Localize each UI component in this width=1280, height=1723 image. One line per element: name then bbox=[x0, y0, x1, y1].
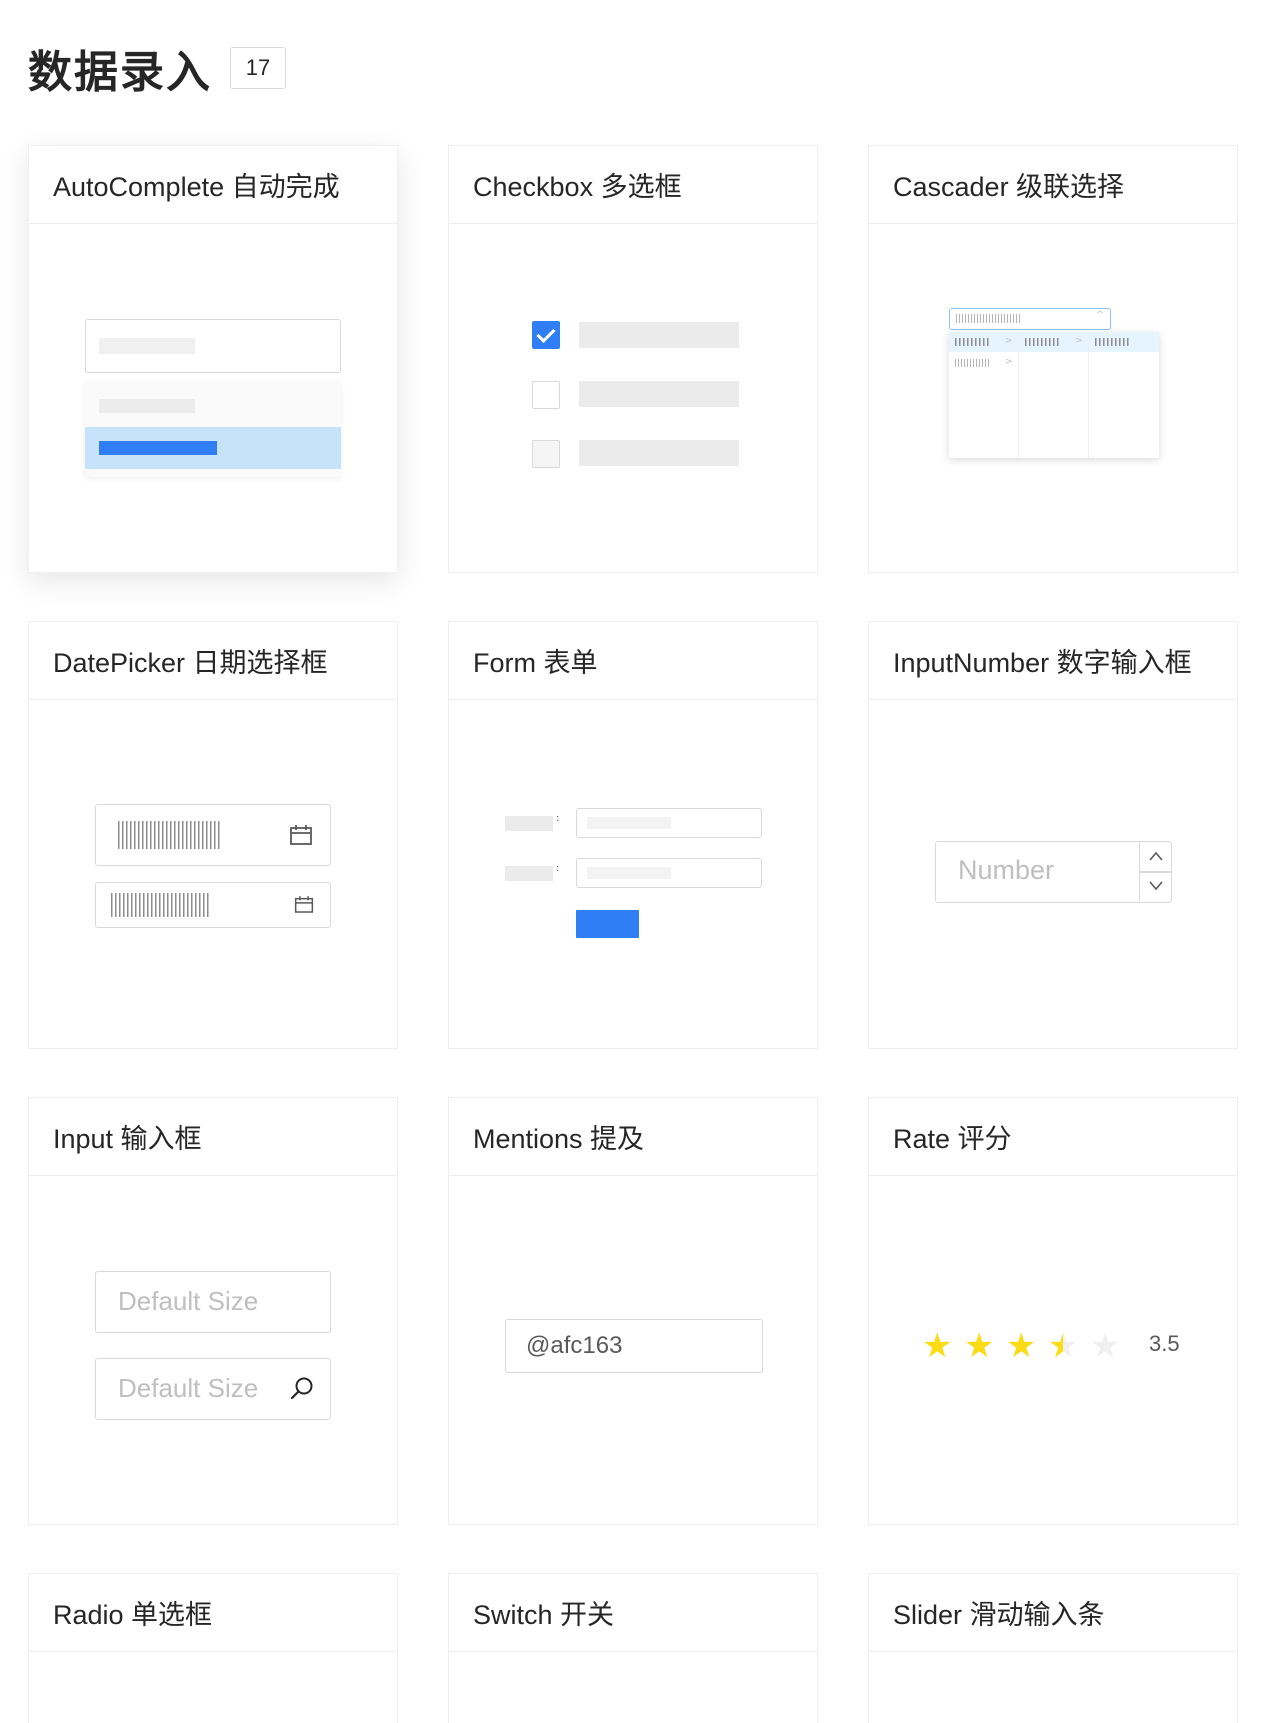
rate-value: 3.5 bbox=[1149, 1331, 1180, 1356]
star-empty-icon[interactable]: ★ bbox=[1090, 1329, 1120, 1363]
mentions-value: @afc163 bbox=[526, 1332, 623, 1359]
card-inputnumber[interactable]: InputNumber 数字输入框 Number bbox=[868, 621, 1238, 1049]
card-preview bbox=[29, 700, 397, 1048]
date-input-small[interactable] bbox=[95, 882, 331, 928]
cascader-option[interactable] bbox=[955, 338, 991, 346]
checkbox-unchecked[interactable] bbox=[532, 381, 560, 409]
checkbox-label-bar bbox=[579, 322, 739, 348]
card-preview: Default Size Default Size bbox=[29, 1176, 397, 1524]
cascader-option[interactable] bbox=[1095, 338, 1131, 346]
card-title: Slider 滑动输入条 bbox=[869, 1574, 1237, 1652]
autocomplete-input[interactable] bbox=[85, 319, 341, 373]
date-value-bar bbox=[111, 893, 209, 917]
card-title: InputNumber 数字输入框 bbox=[869, 622, 1237, 700]
card-title: Rate 评分 bbox=[869, 1098, 1237, 1176]
star-icon[interactable]: ★ bbox=[1006, 1329, 1036, 1363]
star-icon[interactable]: ★ bbox=[922, 1329, 952, 1363]
card-title: Checkbox 多选框 bbox=[449, 146, 817, 224]
checkbox-checked[interactable] bbox=[532, 321, 560, 349]
card-title: Switch 开关 bbox=[449, 1574, 817, 1652]
card-title: Radio 单选框 bbox=[29, 1574, 397, 1652]
checkbox-disabled bbox=[532, 440, 560, 468]
card-slider[interactable]: Slider 滑动输入条 bbox=[868, 1573, 1238, 1723]
count-badge: 17 bbox=[230, 47, 286, 89]
cascader-divider bbox=[1088, 332, 1089, 458]
card-preview bbox=[29, 224, 397, 572]
form-label-bar bbox=[505, 866, 553, 881]
card-preview: Number bbox=[869, 700, 1237, 1048]
number-placeholder: Number bbox=[958, 855, 1055, 885]
card-title: AutoComplete 自动完成 bbox=[29, 146, 397, 224]
card-cascader[interactable]: Cascader 级联选择 ^ > > > bbox=[868, 145, 1238, 573]
chevron-right-icon: > bbox=[1005, 336, 1013, 346]
card-radio[interactable]: Radio 单选框 bbox=[28, 1573, 398, 1723]
card-autocomplete[interactable]: AutoComplete 自动完成 bbox=[28, 145, 398, 573]
checkbox-label-bar bbox=[579, 381, 739, 407]
chevron-right-icon: > bbox=[1075, 336, 1083, 346]
page-header: 数据录入 17 bbox=[28, 36, 286, 100]
input-placeholder: Default Size bbox=[118, 1373, 259, 1403]
card-preview: : : bbox=[449, 700, 817, 1048]
card-title: Cascader 级联选择 bbox=[869, 146, 1237, 224]
card-form[interactable]: Form 表单 : : bbox=[448, 621, 818, 1049]
card-rate[interactable]: Rate 评分 ★ ★ ★ ★★ ★ 3.5 bbox=[868, 1097, 1238, 1525]
chevron-up-icon[interactable] bbox=[1148, 849, 1164, 863]
mentions-input[interactable]: @afc163 bbox=[505, 1319, 763, 1373]
cascader-menu: > > > bbox=[949, 332, 1159, 458]
card-switch[interactable]: Switch 开关 bbox=[448, 1573, 818, 1723]
number-input[interactable]: Number bbox=[935, 841, 1172, 903]
card-preview: @afc163 bbox=[449, 1176, 817, 1524]
option-text-bar bbox=[99, 441, 217, 455]
card-title: Input 输入框 bbox=[29, 1098, 397, 1176]
cascader-input[interactable]: ^ bbox=[949, 308, 1111, 330]
date-value-bar bbox=[118, 821, 220, 849]
chevron-up-icon: ^ bbox=[1095, 310, 1104, 321]
form-input[interactable] bbox=[576, 808, 762, 838]
input-placeholder-bar bbox=[99, 338, 195, 354]
chevron-down-icon[interactable] bbox=[1148, 879, 1164, 893]
card-title: DatePicker 日期选择框 bbox=[29, 622, 397, 700]
card-title: Mentions 提及 bbox=[449, 1098, 817, 1176]
page-title: 数据录入 bbox=[28, 47, 212, 98]
card-title: Form 表单 bbox=[449, 622, 817, 700]
input-value-bar bbox=[587, 867, 671, 879]
calendar-icon bbox=[290, 825, 312, 845]
card-preview bbox=[449, 224, 817, 572]
text-input[interactable]: Default Size bbox=[95, 1271, 331, 1333]
input-value-bar bbox=[587, 817, 671, 829]
autocomplete-dropdown bbox=[85, 381, 341, 477]
form-label-colon: : bbox=[556, 813, 560, 824]
form-label-bar bbox=[505, 816, 553, 831]
input-placeholder: Default Size bbox=[118, 1286, 259, 1316]
card-mentions[interactable]: Mentions 提及 @afc163 bbox=[448, 1097, 818, 1525]
form-input[interactable] bbox=[576, 858, 762, 888]
form-submit-button[interactable] bbox=[576, 910, 639, 938]
card-checkbox[interactable]: Checkbox 多选框 bbox=[448, 145, 818, 573]
number-stepper[interactable] bbox=[1139, 842, 1171, 901]
checkbox-label-bar bbox=[579, 440, 739, 466]
stepper-divider bbox=[1140, 871, 1171, 873]
dropdown-option-active[interactable] bbox=[85, 427, 341, 469]
star-half-icon[interactable]: ★★ bbox=[1048, 1329, 1078, 1363]
search-input[interactable]: Default Size bbox=[95, 1358, 331, 1420]
card-preview: ★ ★ ★ ★★ ★ 3.5 bbox=[869, 1176, 1237, 1524]
form-label-colon: : bbox=[556, 863, 560, 874]
date-input-large[interactable] bbox=[95, 804, 331, 866]
cascader-divider bbox=[1018, 332, 1019, 458]
cascader-option[interactable] bbox=[955, 359, 989, 367]
calendar-icon bbox=[294, 896, 314, 913]
card-input[interactable]: Input 输入框 Default Size Default Size bbox=[28, 1097, 398, 1525]
dropdown-option[interactable] bbox=[99, 399, 195, 413]
star-icon[interactable]: ★ bbox=[964, 1329, 994, 1363]
card-preview: ^ > > > bbox=[869, 224, 1237, 572]
cascader-value-bar bbox=[956, 314, 1022, 323]
search-icon[interactable] bbox=[289, 1376, 315, 1402]
chevron-right-icon: > bbox=[1005, 357, 1013, 367]
cascader-option[interactable] bbox=[1025, 338, 1061, 346]
card-datepicker[interactable]: DatePicker 日期选择框 bbox=[28, 621, 398, 1049]
